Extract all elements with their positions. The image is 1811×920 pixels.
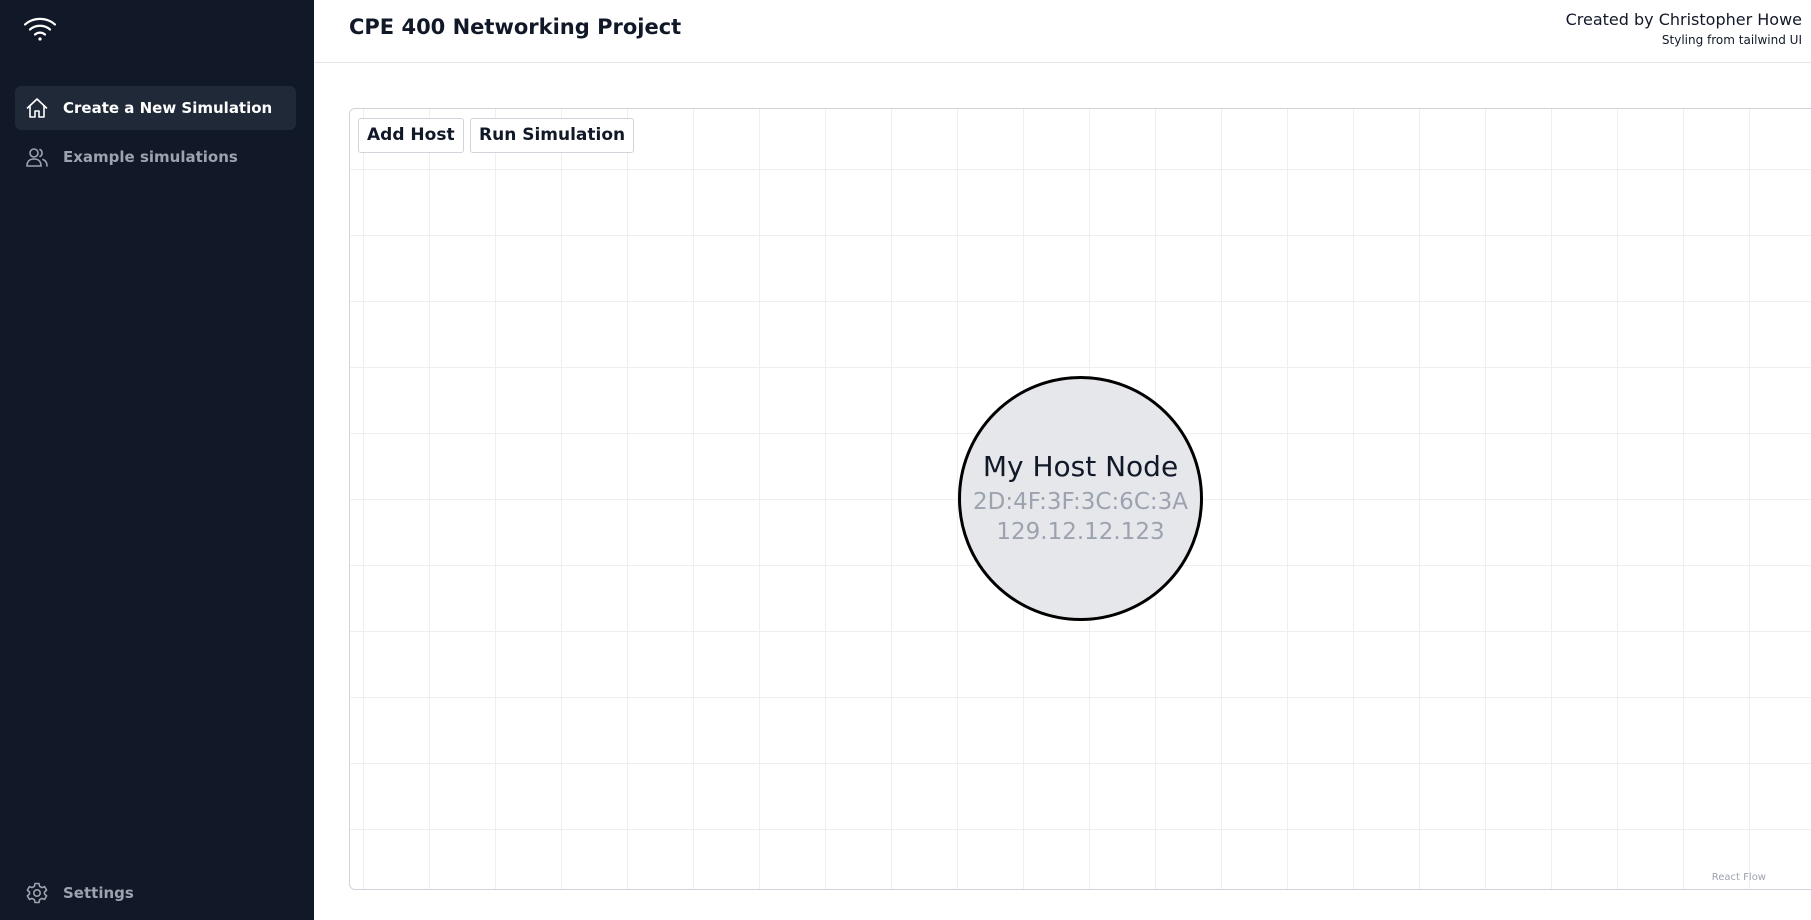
styling-credit: Styling from tailwind UI [1661,33,1802,47]
host-node-mac-address: 2D:4F:3F:3C:6C:3A [973,489,1188,515]
author-credit: Created by Christopher Howe [1565,10,1802,29]
page-title: CPE 400 Networking Project [349,15,682,39]
host-node-name: My Host Node [982,450,1179,483]
users-icon [24,144,50,170]
sidebar: Create a New Simulation Example simulati… [0,0,314,920]
host-node[interactable]: My Host Node 2D:4F:3F:3C:6C:3A 129.12.12… [958,376,1203,621]
sidebar-item-label: Create a New Simulation [63,99,273,117]
top-header: CPE 400 Networking Project Created by Ch… [314,0,1811,63]
run-simulation-button[interactable]: Run Simulation [470,118,635,153]
app-root: Create a New Simulation Example simulati… [0,0,1811,920]
gear-icon [24,880,50,906]
wifi-icon [22,14,58,44]
credit-block: Created by Christopher Howe Styling from… [1566,10,1802,47]
flow-canvas[interactable]: Add Host Run Simulation My Host Node 2D:… [349,108,1811,890]
host-node-ip-address: 129.12.12.123 [996,519,1165,545]
sidebar-item-label: Example simulations [63,148,238,166]
home-icon [24,95,50,121]
react-flow-attribution[interactable]: React Flow [1712,872,1766,883]
add-host-button[interactable]: Add Host [358,118,464,153]
sidebar-item-example-simulations[interactable]: Example simulations [15,135,296,179]
sidebar-item-label: Settings [63,884,134,902]
sidebar-item-create-simulation[interactable]: Create a New Simulation [15,86,296,130]
sidebar-item-settings[interactable]: Settings [15,871,296,915]
